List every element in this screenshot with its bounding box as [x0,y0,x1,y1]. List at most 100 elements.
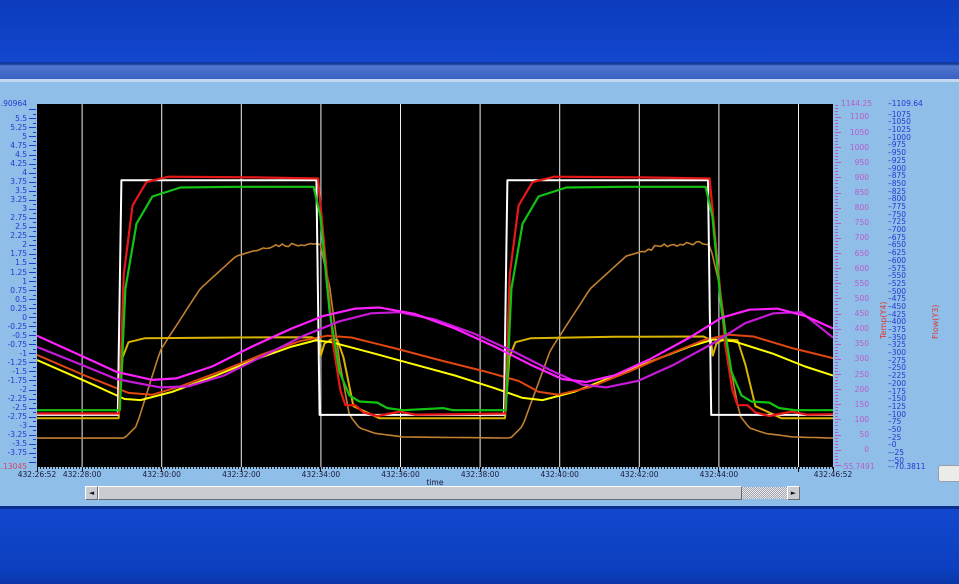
left-axis-tick-label: 4 [22,169,27,177]
right-pink-axis-tick [835,383,838,384]
left-axis-tick [33,168,36,169]
scrollbar-right-arrow-icon[interactable]: ► [787,486,800,500]
right-pink-axis-tick [835,126,838,127]
left-axis-tick [33,123,36,124]
scrollbar-track[interactable] [742,487,787,499]
left-axis-tick [29,426,36,427]
right-pink-axis-tick-label: 800 [845,204,869,212]
right-blue-axis-title: Flow(Y3) [931,305,940,339]
right-pink-axis-tick [835,235,838,236]
right-pink-axis-tick [835,193,841,194]
right-pink-axis-tick [835,274,838,275]
right-pink-axis-tick [835,301,838,302]
right-pink-axis-tick-label: 450 [845,310,869,318]
right-pink-axis-tick [835,422,838,423]
right-pink-axis-tick-label: 1100 [845,113,869,121]
right-pink-axis-max-label: 1144.25 [841,100,872,108]
right-pink-axis-tick-label: 950 [845,159,869,167]
right-pink-axis-tick [835,386,838,387]
right-pink-axis-tick [835,344,841,345]
right-pink-axis-tick [835,250,838,251]
left-axis-tick [33,150,36,151]
left-axis-tick-label: -3.75 [8,449,27,457]
right-y-axes: 1100105010009509008508007507006506005505… [833,104,959,467]
left-axis-tick [29,335,36,336]
right-pink-axis-tick [835,438,838,439]
app-window: 5.55.2554.754.54.2543.753.53.2532.752.52… [0,0,959,584]
left-axis-tick [29,209,36,210]
right-pink-axis-tick [835,165,838,166]
left-axis-tick-label: -3 [20,422,27,430]
left-axis-tick [33,349,36,350]
right-pink-axis-tick [835,283,841,284]
right-pink-axis-tick [835,335,838,336]
right-pink-axis-tick-label: 200 [845,386,869,394]
left-axis-tick [33,340,36,341]
right-blue-axis-min-label: –-70.3811 [888,463,925,471]
right-pink-axis-tick [835,404,841,405]
left-axis-tick [29,380,36,381]
left-axis-tick [33,195,36,196]
right-pink-axis-tick [835,380,838,381]
panel-corner-button[interactable] [938,465,959,482]
right-pink-axis-tick [835,120,838,121]
right-pink-axis-tick [835,365,838,366]
right-pink-axis-tick [835,326,838,327]
left-axis-tick [33,258,36,259]
right-pink-axis-tick [835,419,841,420]
left-axis-tick-label: 2.25 [10,232,27,240]
right-pink-axis-tick-label: 850 [845,189,869,197]
left-axis-tick [29,227,36,228]
right-pink-axis-tick [835,211,838,212]
right-pink-axis-tick [835,168,838,169]
right-pink-axis-tick [835,429,838,430]
window-bottom-band [0,509,959,584]
x-axis-tick-label: 432:44:00 [700,471,738,479]
right-pink-axis-tick [835,311,838,312]
right-pink-axis-tick [835,138,838,139]
left-axis-tick [29,462,36,463]
left-axis-tick [33,376,36,377]
right-pink-axis-tick [835,214,838,215]
x-axis-tick-label: 432:40:00 [540,471,578,479]
right-pink-axis-tick-label: 500 [845,295,869,303]
right-pink-axis-tick [835,368,838,369]
left-axis-tick [33,159,36,160]
right-pink-axis-tick-label: 600 [845,265,869,273]
right-pink-axis-tick [835,395,838,396]
right-pink-axis-tick [835,183,838,184]
right-pink-axis-tick-label: 50 [845,431,869,439]
left-axis-tick [33,394,36,395]
right-pink-axis-tick [835,392,838,393]
left-axis-tick [33,186,36,187]
x-axis-tick-label: 432:34:00 [302,471,340,479]
left-axis-tick [29,299,36,300]
right-pink-axis-tick [835,453,838,454]
right-pink-axis-tick [835,123,838,124]
right-pink-axis-tick [835,129,838,130]
right-pink-axis-tick [835,317,838,318]
right-pink-axis-tick [835,180,838,181]
right-pink-axis-tick [835,111,838,112]
right-pink-axis-tick [835,410,838,411]
left-axis-tick-label: 1.5 [15,259,27,267]
horizontal-scrollbar[interactable]: ◄ ► [85,486,800,500]
left-axis-tick [29,435,36,436]
right-pink-axis-tick-label: 700 [845,234,869,242]
left-axis-tick [33,304,36,305]
right-pink-axis-tick [835,401,838,402]
left-axis-tick [33,240,36,241]
right-pink-axis-tick [835,286,838,287]
left-axis-tick [29,290,36,291]
scrollbar-thumb[interactable] [98,486,742,500]
left-axis-tick-label: 2 [22,241,27,249]
left-axis-tick [29,263,36,264]
right-pink-axis-tick [835,441,838,442]
left-axis-tick [33,231,36,232]
left-axis-tick [33,177,36,178]
right-pink-axis-tick-label: 150 [845,401,869,409]
right-pink-axis-tick [835,459,838,460]
right-pink-axis-tick [835,232,838,233]
window-top-band [0,0,959,62]
scrollbar-left-arrow-icon[interactable]: ◄ [85,486,98,500]
